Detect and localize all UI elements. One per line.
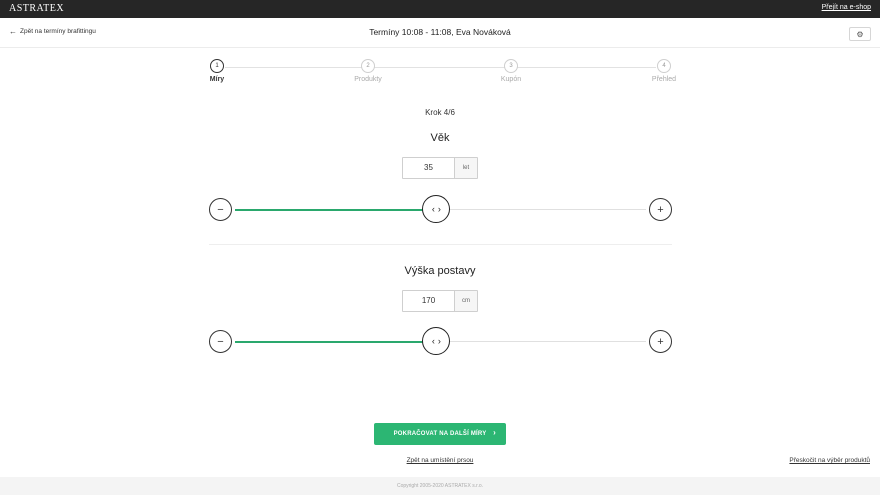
minus-icon: − <box>217 203 224 216</box>
height-slider-track[interactable]: ‹ › <box>235 327 646 355</box>
plus-icon: + <box>657 203 664 216</box>
plus-icon: + <box>657 335 664 348</box>
height-increase-button[interactable]: + <box>649 330 672 353</box>
step-number: 4 <box>657 59 671 73</box>
eshop-link[interactable]: Přejít na e-shop <box>822 4 871 11</box>
height-value-field[interactable]: 170 cm <box>402 290 478 312</box>
height-title: Výška postavy <box>404 265 476 277</box>
step-label: Produkty <box>354 76 382 83</box>
step-number: 2 <box>361 59 375 73</box>
step-counter: Krok 4/6 <box>425 108 455 117</box>
age-value-field[interactable]: 35 let <box>402 157 478 179</box>
chevron-left-icon: ‹ <box>431 336 435 346</box>
page-title: Termíny 10:08 - 11:08, Eva Nováková <box>369 27 511 37</box>
age-slider-fill <box>235 208 437 211</box>
step-coupon[interactable]: 3 Kupón <box>486 59 536 83</box>
height-value[interactable]: 170 <box>403 291 455 311</box>
copyright-text: Copyright 2005-2020 ASTRATEX s.r.o. <box>396 483 484 489</box>
logo: ASTRATEX <box>9 3 65 14</box>
skip-to-products-link[interactable]: Přeskočit na výběr produktů <box>789 457 870 464</box>
height-unit: cm <box>455 291 477 311</box>
step-label: Míry <box>209 76 225 83</box>
age-increase-button[interactable]: + <box>649 198 672 221</box>
age-unit: let <box>455 158 477 178</box>
minus-icon: − <box>217 335 224 348</box>
continue-label: POKRAČOVAT NA DALŠÍ MÍRY <box>393 431 487 437</box>
age-slider-thumb[interactable]: ‹ › <box>422 195 451 223</box>
height-decrease-button[interactable]: − <box>209 330 232 353</box>
age-slider-track[interactable]: ‹ › <box>235 195 646 223</box>
age-slider[interactable]: − ‹ › + <box>209 195 672 223</box>
step-number: 1 <box>210 59 224 73</box>
step-label: Přehled <box>651 76 677 83</box>
age-decrease-button[interactable]: − <box>209 198 232 221</box>
top-bar: ASTRATEX Přejít na e-shop <box>0 0 880 18</box>
age-title: Věk <box>430 132 450 144</box>
section-divider <box>209 244 672 245</box>
footer: Copyright 2005-2020 ASTRATEX s.r.o. <box>0 477 880 495</box>
back-to-breast-position-link[interactable]: Zpět na umístění prsou <box>0 457 880 464</box>
step-label: Kupón <box>500 76 522 83</box>
chevron-right-icon: › <box>437 336 441 346</box>
chevron-right-icon: › <box>437 204 441 214</box>
settings-button[interactable]: ⚙ <box>849 27 871 41</box>
continue-button[interactable]: POKRAČOVAT NA DALŠÍ MÍRY › <box>374 423 506 445</box>
chevron-left-icon: ‹ <box>431 204 435 214</box>
height-slider[interactable]: − ‹ › + <box>209 327 672 355</box>
height-slider-fill <box>235 340 437 343</box>
stepper-line <box>225 67 656 68</box>
height-slider-thumb[interactable]: ‹ › <box>422 327 451 355</box>
step-products[interactable]: 2 Produkty <box>343 59 393 83</box>
step-number: 3 <box>504 59 518 73</box>
step-summary[interactable]: 4 Přehled <box>639 59 689 83</box>
age-value[interactable]: 35 <box>403 158 455 178</box>
gear-icon: ⚙ <box>856 29 864 39</box>
step-measurements[interactable]: 1 Míry <box>192 59 242 83</box>
sub-header: ← Zpět na termíny brafittingu Termíny 10… <box>0 18 880 48</box>
progress-stepper: 1 Míry 2 Produkty 3 Kupón 4 Přehled <box>209 59 676 89</box>
chevron-right-icon: › <box>493 428 496 437</box>
